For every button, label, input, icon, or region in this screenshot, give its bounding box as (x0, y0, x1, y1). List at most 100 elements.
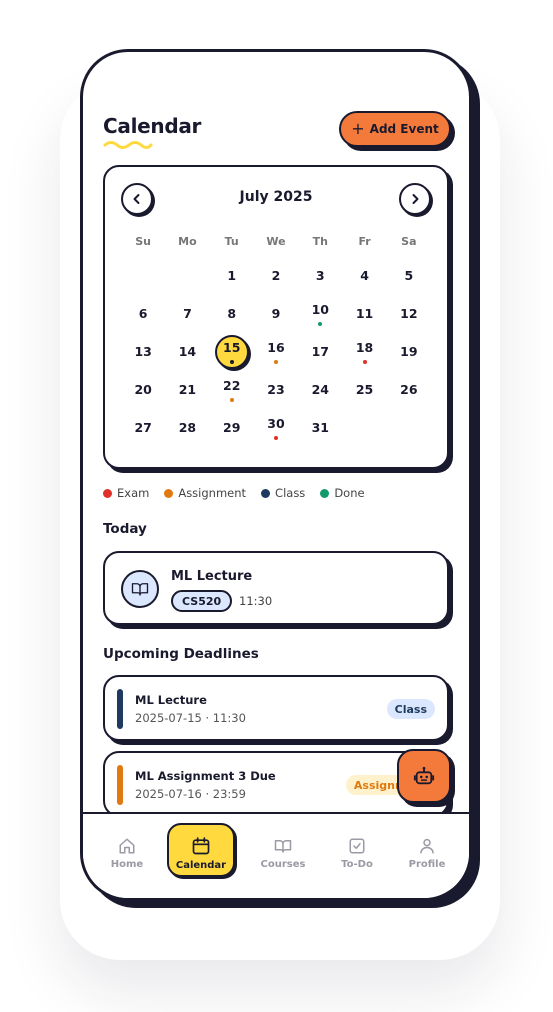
today-event-time: 11:30 (239, 594, 273, 608)
calendar-day[interactable]: 25 (342, 371, 386, 409)
calendar-day[interactable]: 29 (210, 409, 254, 447)
calendar-day-number: 16 (267, 340, 285, 356)
calendar-day[interactable]: 22 (210, 371, 254, 409)
legend-label: Done (334, 486, 365, 500)
calendar-day[interactable]: 14 (165, 333, 209, 371)
deadlines-section-title: Upcoming Deadlines (103, 646, 259, 662)
calendar-day-number: 1 (227, 267, 237, 283)
page-title: Calendar (103, 114, 202, 138)
calendar-day[interactable]: 9 (254, 295, 298, 333)
book-icon (121, 570, 159, 608)
calendar-day-number: 26 (400, 381, 418, 397)
calendar-day[interactable]: 24 (298, 371, 342, 409)
calendar-day[interactable]: 27 (121, 409, 165, 447)
calendar-day-number: 29 (223, 419, 241, 435)
legend-dot (320, 488, 330, 498)
course-chip: CS520 (171, 590, 233, 612)
calendar-day[interactable]: 4 (342, 257, 386, 295)
calendar-day-number: 2 (271, 267, 281, 283)
today-event-title: ML Lecture (171, 569, 253, 584)
calendar-day[interactable]: 30 (254, 409, 298, 447)
next-month-button[interactable] (399, 183, 431, 215)
deadline-color-bar (117, 765, 123, 805)
weekday-header: Su (135, 235, 152, 248)
deadline-item[interactable]: ML Lecture 2025-07-15 · 11:30 Class (103, 675, 449, 741)
calendar-day-number: 5 (404, 267, 414, 283)
calendar-day[interactable]: 2 (254, 257, 298, 295)
nav-item-todo[interactable]: To-Do (325, 826, 389, 880)
calendar-day-number: 11 (355, 305, 374, 321)
calendar-day[interactable]: 11 (342, 295, 386, 333)
calendar-day-number: 3 (315, 267, 325, 283)
assistant-fab-button[interactable] (397, 749, 451, 803)
calendar-day[interactable]: 18 (342, 333, 386, 371)
calendar-day[interactable]: 17 (298, 333, 342, 371)
calendar-day-number: 8 (227, 305, 237, 321)
weekday-header: Mo (178, 235, 197, 248)
calendar-day[interactable]: 26 (387, 371, 431, 409)
calendar-day[interactable]: 1 (210, 257, 254, 295)
nav-label-home: Home (110, 858, 144, 870)
nav-label-profile: Profile (408, 858, 446, 870)
calendar-blank-cell (121, 257, 165, 295)
calendar-day-number: 31 (311, 419, 329, 435)
weekday-header: Tu (224, 235, 239, 248)
calendar-day-number: 4 (360, 267, 369, 283)
calendar-day[interactable]: 31 (298, 409, 342, 447)
event-dot (362, 360, 367, 364)
calendar-day[interactable]: 12 (387, 295, 431, 333)
calendar-day-number: 20 (134, 381, 152, 397)
bottom-nav: Home Calendar Courses To-Do Profile (83, 812, 469, 898)
plus-icon: + (351, 119, 365, 138)
deadline-type-badge: Class (386, 699, 435, 719)
calendar-day[interactable]: 10 (298, 295, 342, 333)
legend-dot (103, 488, 112, 498)
legend-item: Assignment (164, 486, 246, 500)
calendar-day[interactable]: 28 (165, 409, 209, 447)
nav-label-calendar: Calendar (175, 859, 227, 871)
add-event-label: Add Event (369, 122, 439, 136)
legend-dot (164, 488, 174, 498)
calendar-day[interactable]: 16 (254, 333, 298, 371)
nav-label-todo: To-Do (341, 858, 373, 870)
home-icon (119, 838, 135, 853)
calendar-day[interactable]: 3 (298, 257, 342, 295)
nav-item-calendar[interactable]: Calendar (169, 826, 233, 880)
calendar-day[interactable]: 6 (121, 295, 165, 333)
calendar-icon (192, 836, 210, 854)
event-dot (229, 398, 234, 402)
title-underline (103, 141, 153, 149)
nav-item-home[interactable]: Home (95, 826, 159, 880)
nav-item-profile[interactable]: Profile (395, 826, 459, 880)
calendar-day-number: 7 (183, 305, 192, 321)
chevron-right-icon (412, 194, 419, 204)
calendar-day-number: 23 (267, 381, 285, 397)
calendar-day-number: 18 (355, 340, 374, 356)
calendar-day[interactable]: 8 (210, 295, 254, 333)
calendar-day[interactable]: 15 (210, 333, 254, 371)
calendar-day-number: 10 (311, 302, 329, 318)
add-event-button[interactable]: + Add Event (339, 111, 451, 147)
calendar-day[interactable]: 23 (254, 371, 298, 409)
calendar-day-number: 25 (355, 381, 374, 397)
calendar-day[interactable]: 5 (387, 257, 431, 295)
event-dot (229, 360, 234, 364)
legend-item: Done (320, 486, 365, 500)
calendar-day-number: 19 (400, 343, 418, 359)
today-section-title: Today (103, 521, 147, 537)
today-event-card[interactable]: ML Lecture CS520 11:30 (103, 551, 449, 625)
event-dot (318, 322, 323, 326)
open-book-icon (274, 839, 292, 853)
calendar-day[interactable]: 20 (121, 371, 165, 409)
deadline-title: ML Assignment 3 Due (135, 769, 276, 783)
event-dot (273, 436, 278, 440)
calendar-day[interactable]: 21 (165, 371, 209, 409)
calendar-day-number: 28 (178, 419, 197, 435)
calendar-day[interactable]: 19 (387, 333, 431, 371)
calendar-day-number: 14 (178, 343, 197, 359)
phone-frame: Calendar + Add Event July 2025 Su Mo Tu We T… (80, 49, 472, 901)
nav-item-courses[interactable]: Courses (251, 826, 315, 880)
calendar-day[interactable]: 7 (165, 295, 209, 333)
legend-label: Exam (117, 486, 150, 500)
calendar-day[interactable]: 13 (121, 333, 165, 371)
